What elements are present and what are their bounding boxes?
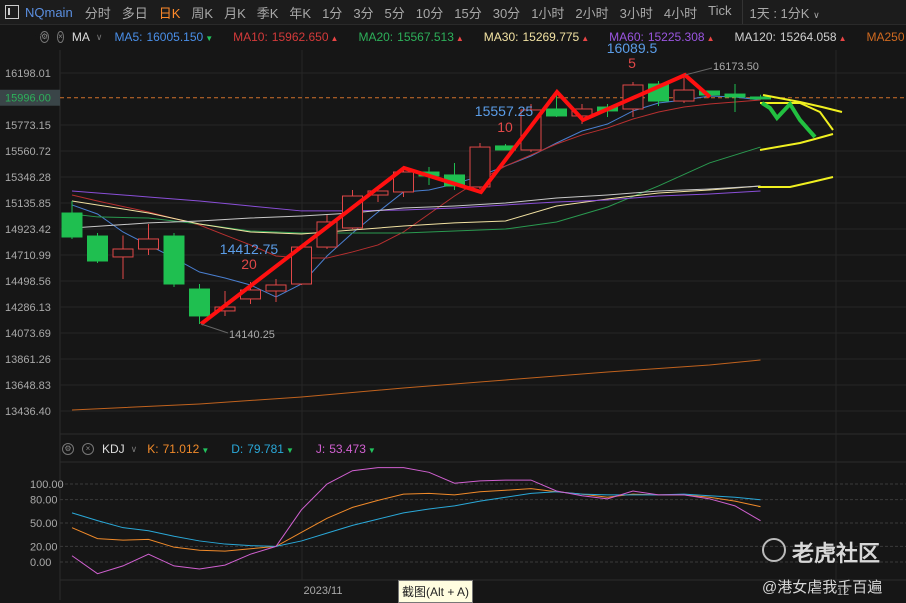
arrow-down-icon: ▼	[367, 446, 376, 455]
candle-body	[546, 108, 567, 117]
close-icon[interactable]: ×	[82, 443, 94, 455]
y-tick-label: 0.00	[30, 557, 51, 569]
watermark-title: 老虎社区	[792, 541, 881, 566]
annotation-price: 14412.75	[220, 241, 279, 257]
arrow-down-icon: ▼	[201, 446, 210, 455]
y-tick-label: 13436.40	[5, 406, 51, 418]
legend-label: J:	[315, 442, 326, 456]
candle-body	[724, 93, 746, 98]
legend-item: D: 79.781 ▼	[231, 442, 294, 456]
kdj-line-k	[71, 488, 761, 552]
y-tick-label: 15773.15	[5, 120, 51, 132]
y-tick-label: 15348.28	[5, 172, 51, 184]
y-tick-label: 80.00	[30, 495, 58, 507]
candle-body	[163, 235, 185, 285]
legend-value: 53.473	[329, 442, 366, 456]
annotation-count: 20	[241, 256, 257, 272]
candle-body	[750, 96, 771, 100]
legend-label: K:	[147, 442, 159, 456]
candle-body	[87, 235, 108, 262]
kdj-indicator-bar: ⚙ × KDJ ∨ K: 71.012 ▼ D: 79.781 ▼ J: 53.473 ▼	[0, 440, 376, 458]
indicator-name[interactable]: KDJ	[102, 442, 125, 456]
candle-body	[112, 248, 134, 258]
candle-body	[673, 89, 695, 102]
y-tick-label: 20.00	[30, 541, 58, 553]
candle-body	[265, 284, 287, 292]
candle-body	[138, 238, 159, 250]
y-tick-label: 15135.85	[5, 198, 51, 210]
chevron-down-icon[interactable]: ∨	[131, 444, 138, 455]
candle	[87, 232, 108, 263]
annotation-count: 5	[628, 55, 636, 71]
candle	[61, 201, 83, 239]
y-tick-label: 14073.69	[5, 328, 51, 340]
arrow-down-icon: ▼	[285, 446, 294, 455]
watermark: 老虎社区 @港女虐我千百遍	[760, 536, 882, 597]
drawn-line-yellow	[758, 176, 834, 188]
legend-item: K: 71.012 ▼	[147, 442, 209, 456]
y-tick-label: 14498.56	[5, 276, 51, 288]
low-label: 14140.25	[229, 329, 275, 341]
y-tick-label: 14710.99	[5, 250, 51, 262]
y-tick-label: 16198.01	[5, 68, 51, 80]
candle	[112, 235, 134, 279]
annotation-price: 15557.25	[475, 103, 534, 119]
y-tick-label: 13861.26	[5, 354, 51, 366]
y-tick-label: 14923.42	[5, 224, 51, 236]
y-tick-label: 15560.72	[5, 146, 51, 158]
candle	[163, 232, 185, 287]
candle-body	[61, 212, 83, 238]
legend-value: 71.012	[162, 442, 200, 456]
legend-value: 79.781	[247, 442, 284, 456]
candle	[265, 278, 287, 302]
gear-icon[interactable]: ⚙	[62, 443, 74, 455]
annotation-price: 16089.5	[607, 40, 658, 56]
high-label: 16173.50	[713, 61, 759, 73]
tiger-logo-icon	[762, 538, 786, 562]
ma-line-ma120	[71, 185, 761, 229]
drawn-line-yellow	[759, 133, 834, 151]
leader-line	[684, 67, 713, 76]
watermark-user: @港女虐我千百遍	[762, 579, 883, 596]
leader-line	[200, 323, 229, 334]
y-tick-label: 50.00	[30, 518, 58, 530]
current-price-label: 15996.00	[5, 93, 51, 105]
annotation-count: 10	[497, 119, 513, 135]
drawn-line-green	[760, 100, 817, 139]
x-tick-label: 2023/11	[304, 585, 343, 597]
screenshot-tooltip: 截图(Alt + A)	[398, 580, 474, 603]
chart-canvas[interactable]: 16198.01 15773.15 15560.72 15348.28 15135.85…	[0, 0, 906, 603]
candle-body	[189, 288, 210, 317]
y-tick-label: 100.00	[30, 479, 64, 491]
legend-item: J: 53.473 ▼	[316, 442, 376, 456]
legend-label: D:	[231, 442, 244, 456]
ma-line-ma10	[71, 99, 761, 259]
ma-line-ma20	[71, 146, 761, 234]
y-tick-label: 14286.13	[5, 302, 51, 314]
y-tick-label: 13648.83	[5, 380, 51, 392]
